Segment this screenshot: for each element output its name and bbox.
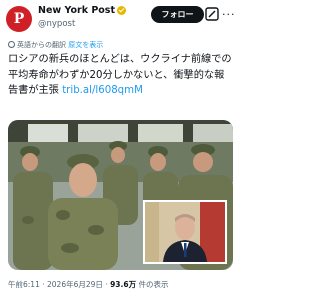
handle[interactable]: @nypost xyxy=(38,19,75,29)
tweet-link[interactable]: trib.al/l608qmM xyxy=(62,85,143,96)
views-label: 件の表示 xyxy=(138,280,169,289)
display-name-text[interactable]: New York Post xyxy=(38,5,115,16)
tweet-time[interactable]: 午前6:11 xyxy=(8,280,40,289)
views-count: 93.6万 xyxy=(110,280,137,289)
translation-label: 英語からの翻訳 xyxy=(17,41,66,49)
show-original-link[interactable]: 原文を表示 xyxy=(68,41,103,49)
globe-icon xyxy=(8,41,15,48)
putin-inset-photo xyxy=(143,200,227,264)
portrait-image xyxy=(145,202,225,262)
tweet-image[interactable] xyxy=(8,120,233,270)
meta-separator: · xyxy=(42,280,45,289)
meta-separator-2: · xyxy=(105,280,108,289)
translation-bar: 英語からの翻訳 原文を表示 xyxy=(8,40,103,50)
avatar-logo-letter: P xyxy=(13,11,25,27)
tweet-meta: 午前6:11 · 2026年6月29日 · 93.6万 件の表示 xyxy=(8,279,169,290)
tweet-date[interactable]: 2026年6月29日 xyxy=(47,280,103,289)
avatar[interactable]: P xyxy=(6,6,32,32)
follow-button[interactable]: フォロー xyxy=(151,6,204,23)
verified-badge-icon xyxy=(117,6,127,15)
display-name[interactable]: New York Post xyxy=(38,5,127,16)
more-options-icon[interactable]: ··· xyxy=(222,8,236,21)
tweet: P New York Post @nypost フォロー ··· 英語からの翻訳… xyxy=(0,0,240,301)
tweet-text: ロシアの新兵のほとんどは、ウクライナ前線での平均寿命がわずか20分しかないと、衝… xyxy=(8,52,234,99)
grok-icon[interactable] xyxy=(205,7,219,21)
